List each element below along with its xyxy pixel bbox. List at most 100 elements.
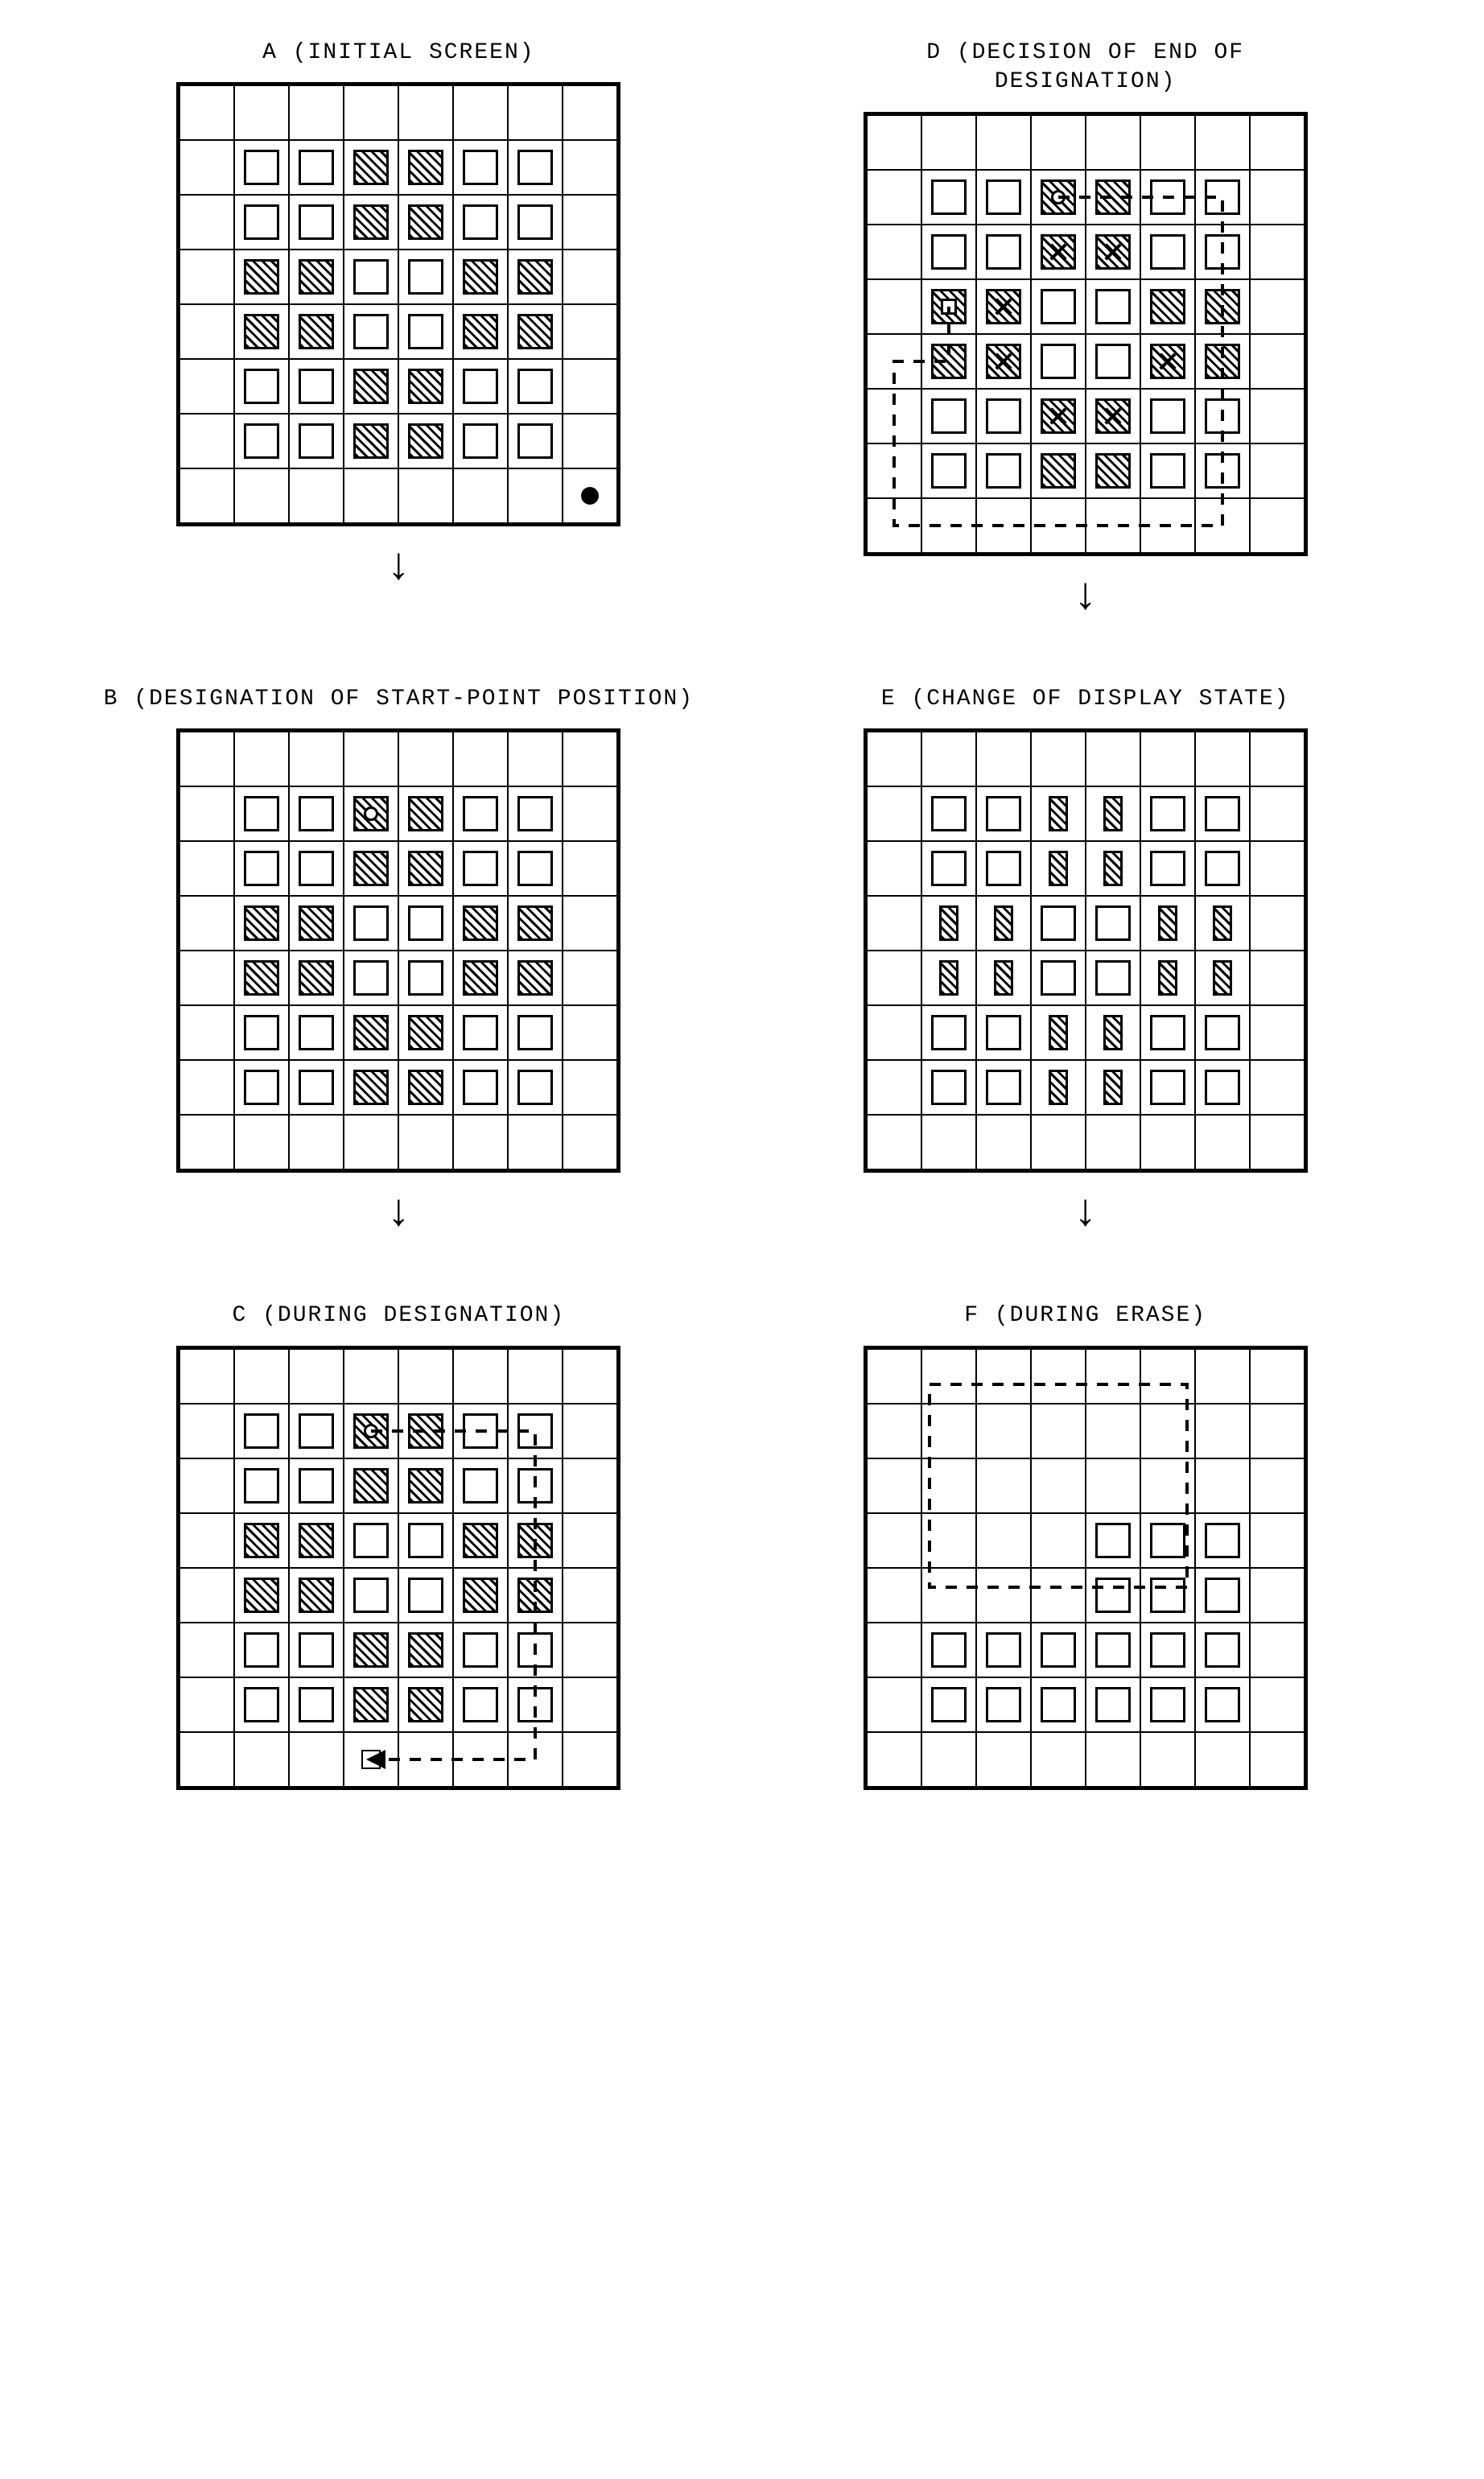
hatched-tile — [517, 905, 553, 941]
grid-cell — [344, 1677, 398, 1732]
hatched-tile — [244, 1578, 279, 1613]
empty-tile — [353, 259, 389, 295]
grid-cell — [398, 1568, 453, 1623]
cursor-dot-icon — [581, 487, 599, 505]
grid-cell — [453, 951, 508, 1005]
grid-cell — [289, 951, 344, 1005]
empty-tile — [299, 796, 334, 831]
grid-cell — [1140, 786, 1195, 841]
grid-cell — [179, 359, 234, 414]
grid-cell — [398, 85, 453, 140]
hatched-tile — [1049, 851, 1068, 886]
empty-tile — [463, 851, 498, 886]
grid-cell — [921, 896, 976, 951]
hatched-tile — [463, 259, 498, 295]
grid-cell — [1031, 115, 1086, 170]
grid-cell — [398, 841, 453, 896]
grid-cell — [344, 304, 398, 359]
grid-cell — [1086, 334, 1140, 389]
grid-cell — [1250, 1349, 1305, 1404]
grid-cell — [1086, 1513, 1140, 1568]
grid-cell — [344, 841, 398, 896]
grid-cell — [453, 1404, 508, 1458]
grid-cell — [1140, 225, 1195, 279]
grid-cell — [344, 786, 398, 841]
grid-cell — [508, 786, 563, 841]
empty-tile — [1205, 1523, 1240, 1558]
grid-cell — [867, 1732, 921, 1787]
grid-cell — [867, 1060, 921, 1115]
grid-cell — [921, 841, 976, 896]
grid-cell — [179, 1060, 234, 1115]
grid-cell — [289, 140, 344, 195]
grid-cell — [1140, 1513, 1195, 1568]
hatched-tile — [1095, 453, 1131, 489]
grid-cell — [867, 334, 921, 389]
empty-tile — [463, 204, 498, 240]
grid-cell — [1140, 841, 1195, 896]
empty-tile — [1150, 1015, 1185, 1050]
grid-cell — [289, 1568, 344, 1623]
grid-cell — [1195, 1458, 1250, 1513]
grid-D — [864, 112, 1308, 556]
empty-tile — [408, 1578, 443, 1613]
hatched-tile — [994, 960, 1013, 996]
grid-cell — [1031, 498, 1086, 553]
grid-cell — [563, 414, 617, 468]
grid-cell — [508, 1115, 563, 1169]
arrow-down-icon: ↓ — [385, 544, 413, 589]
grid-cell — [344, 85, 398, 140]
grid-cell — [453, 1115, 508, 1169]
hatched-tile — [408, 1687, 443, 1722]
label-A: A (INITIAL SCREEN) — [262, 39, 534, 68]
grid-cell — [289, 1458, 344, 1513]
grid-cell — [234, 1677, 289, 1732]
grid-cell — [976, 225, 1031, 279]
grid-cell — [1195, 841, 1250, 896]
grid-cell — [563, 896, 617, 951]
grid-cell — [234, 841, 289, 896]
grid-cell — [234, 1568, 289, 1623]
grid-cell — [508, 304, 563, 359]
grid-cell — [976, 170, 1031, 225]
cross-mark-icon — [995, 353, 1012, 370]
empty-tile — [463, 369, 498, 404]
grid-cell — [179, 1677, 234, 1732]
empty-tile — [408, 905, 443, 941]
cross-mark-icon — [1159, 353, 1177, 370]
grid-cell — [289, 896, 344, 951]
empty-tile — [517, 1632, 553, 1668]
empty-tile — [1041, 960, 1076, 996]
grid-cell — [1086, 951, 1140, 1005]
grid-cell — [1250, 1623, 1305, 1677]
grid-cell — [1140, 1005, 1195, 1060]
grid-cell — [398, 140, 453, 195]
empty-tile — [931, 1632, 967, 1668]
empty-tile — [244, 1687, 279, 1722]
empty-tile — [517, 796, 553, 831]
grid-cell — [1031, 1513, 1086, 1568]
hatched-tile — [353, 150, 389, 185]
grid-cell — [563, 1513, 617, 1568]
grid-cell — [508, 1060, 563, 1115]
empty-tile — [931, 1070, 967, 1105]
empty-tile — [353, 314, 389, 349]
empty-tile — [1041, 905, 1076, 941]
grid-cell — [1250, 1060, 1305, 1115]
empty-tile — [517, 1687, 553, 1722]
empty-tile — [1150, 1523, 1185, 1558]
grid-cell — [867, 732, 921, 786]
grid-cell — [179, 1732, 234, 1787]
grid-cell — [1250, 896, 1305, 951]
grid-cell — [1250, 732, 1305, 786]
grid-cell — [1195, 1623, 1250, 1677]
hatched-tile — [353, 1468, 389, 1503]
grid-cell — [289, 1623, 344, 1677]
grid-cell — [1195, 1060, 1250, 1115]
grid-cell — [563, 1349, 617, 1404]
grid-cell — [1140, 389, 1195, 443]
empty-tile — [299, 369, 334, 404]
grid-cell — [344, 1115, 398, 1169]
hatched-tile — [1205, 344, 1240, 379]
empty-tile — [244, 1413, 279, 1449]
